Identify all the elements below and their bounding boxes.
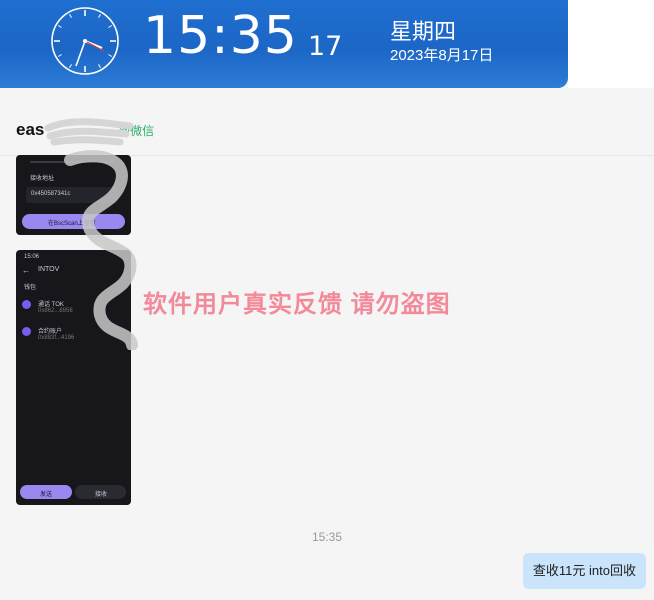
phone-back-icon: ← bbox=[22, 266, 30, 275]
redaction-scribble bbox=[64, 150, 138, 350]
analog-clock-icon bbox=[51, 7, 119, 75]
clock-weekday: 星期四 bbox=[390, 19, 457, 44]
redaction-scribble bbox=[44, 118, 134, 146]
receive-button: 接收 bbox=[75, 485, 126, 499]
token-icon bbox=[22, 300, 31, 309]
clock-widget: 15:35 17 星期四 2023年8月17日 bbox=[0, 0, 568, 88]
phone-button-label: 接收 bbox=[95, 492, 108, 498]
message-timestamp: 15:35 bbox=[311, 530, 343, 544]
send-button: 发送 bbox=[20, 485, 72, 499]
clock-date: 2023年8月17日 bbox=[390, 47, 494, 64]
window-blank-area bbox=[568, 0, 654, 88]
watermark-text: 软件用户真实反馈 请勿盗图 bbox=[143, 291, 451, 318]
token-name: 合约账户 bbox=[38, 329, 63, 335]
clock-seconds: 17 bbox=[308, 31, 343, 62]
phone-status-time: 15:06 bbox=[24, 254, 40, 260]
phone-label: 接收地址 bbox=[30, 176, 55, 182]
phone-section: 钱包 bbox=[24, 285, 37, 291]
clock-time: 15:35 bbox=[143, 6, 298, 66]
phone-button-label: 发送 bbox=[40, 492, 53, 498]
phone-title: INTOV bbox=[38, 266, 60, 273]
chat-header: eas @微信 bbox=[0, 88, 654, 156]
token-icon bbox=[22, 327, 31, 336]
outgoing-message-bubble[interactable]: 查收11元 into回收 bbox=[522, 553, 646, 589]
